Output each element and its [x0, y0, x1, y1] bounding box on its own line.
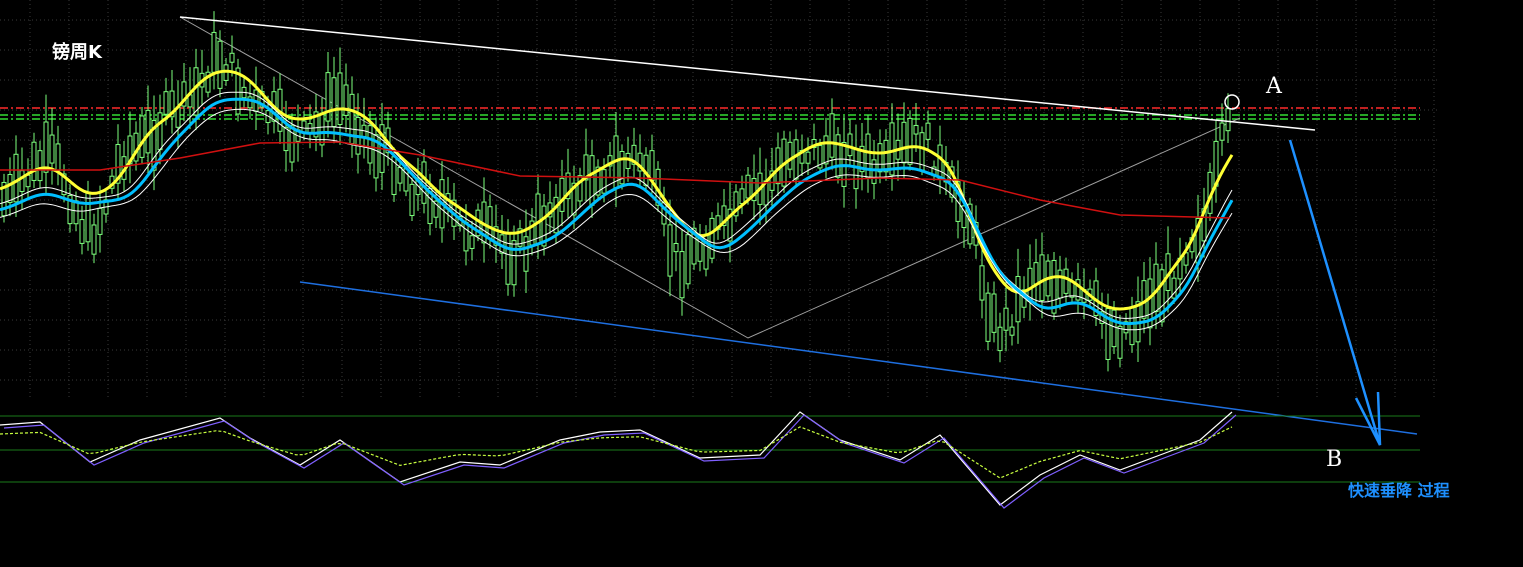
candle-body — [979, 265, 985, 301]
candle-body — [559, 177, 565, 212]
candle-body — [43, 121, 49, 173]
candle-body — [1051, 260, 1057, 314]
marker-label-a: A — [1266, 74, 1282, 99]
candle-body — [853, 149, 859, 190]
candle-body — [997, 326, 1003, 352]
candle-body — [535, 193, 541, 244]
candle-body — [13, 153, 19, 203]
candle-body — [871, 159, 877, 184]
oscillator-alt — [3, 414, 1237, 509]
candle-body — [55, 143, 61, 172]
candle-body — [937, 144, 943, 180]
candle-body — [49, 134, 55, 164]
candle-body — [901, 121, 907, 164]
candle-body — [805, 151, 811, 164]
candle-body — [865, 133, 871, 179]
candle-body — [913, 124, 919, 135]
candle-body — [793, 139, 799, 180]
chart-title: 镑周K — [52, 42, 102, 63]
candle-body — [601, 169, 607, 194]
projection-arrow — [1288, 139, 1382, 446]
trend-lines — [179, 16, 1418, 435]
candle-body — [193, 67, 199, 116]
marker-circle — [1224, 94, 1240, 110]
candle-body — [25, 174, 31, 188]
candle-body — [1039, 254, 1045, 301]
candle-body — [775, 147, 781, 185]
candle-body — [787, 141, 793, 170]
candle-body — [37, 150, 43, 182]
candle-body — [1129, 306, 1135, 346]
candle-body — [511, 240, 517, 286]
candle-body — [1225, 108, 1231, 132]
candle-body — [19, 170, 25, 192]
candle-body — [217, 40, 223, 89]
projection-note: 快速垂降 过程 — [1348, 481, 1450, 500]
candle-body — [1033, 262, 1039, 285]
candlestick-series — [1, 11, 1231, 372]
candle-body — [163, 91, 169, 115]
candle-body — [367, 125, 373, 164]
candle-body — [925, 122, 931, 140]
candle-body — [1069, 281, 1075, 298]
oscillator-main — [0, 411, 1233, 506]
candle-body — [331, 77, 337, 128]
candle-body — [1003, 307, 1009, 331]
candle-body — [79, 219, 85, 244]
candle-body — [211, 31, 217, 73]
candle-body — [739, 188, 745, 204]
candle-body — [469, 235, 475, 249]
candle-body — [877, 143, 883, 173]
candle-body — [157, 112, 163, 151]
candle-body — [649, 150, 655, 182]
candle-body — [1015, 275, 1021, 323]
candle-body — [283, 126, 289, 152]
candle-body — [1117, 325, 1123, 359]
candle-body — [319, 112, 325, 146]
candle-body — [889, 122, 895, 176]
weekly-candlestick-chart — [0, 0, 1440, 509]
candle-body — [1063, 268, 1069, 294]
candle-body — [289, 124, 295, 163]
candle-body — [337, 72, 343, 126]
candle-body — [463, 221, 469, 252]
candle-body — [1057, 269, 1063, 299]
candle-body — [1219, 122, 1225, 141]
marker-label-b: B — [1326, 447, 1343, 472]
candle-body — [709, 217, 715, 259]
candle-body — [847, 133, 853, 157]
candle-body — [991, 293, 997, 333]
candle-body — [907, 117, 913, 165]
candle-body — [829, 113, 835, 158]
candle-body — [745, 174, 751, 199]
candle-body — [883, 139, 889, 173]
candle-body — [823, 135, 829, 165]
lower-trend-line — [299, 281, 1418, 435]
projection-arrow-shaft — [1288, 139, 1382, 446]
candle-body — [31, 141, 37, 181]
candle-body — [1009, 326, 1015, 336]
candle-body — [679, 251, 685, 299]
candle-body — [835, 134, 841, 178]
candle-body — [229, 52, 235, 63]
candle-body — [409, 183, 415, 217]
candle-body — [7, 174, 13, 203]
candle-body — [91, 224, 97, 255]
candle-body — [985, 292, 991, 342]
candle-body — [73, 200, 79, 225]
candle-body — [97, 207, 103, 235]
candle-body — [667, 224, 673, 277]
candle-body — [139, 115, 145, 158]
candle-body — [325, 72, 331, 122]
oscillator-panel — [0, 411, 1420, 509]
candle-body — [685, 234, 691, 285]
candle-body — [673, 243, 679, 253]
candle-body — [85, 191, 91, 243]
candle-body — [301, 120, 307, 133]
candle-body — [397, 167, 403, 184]
candle-body — [505, 233, 511, 285]
